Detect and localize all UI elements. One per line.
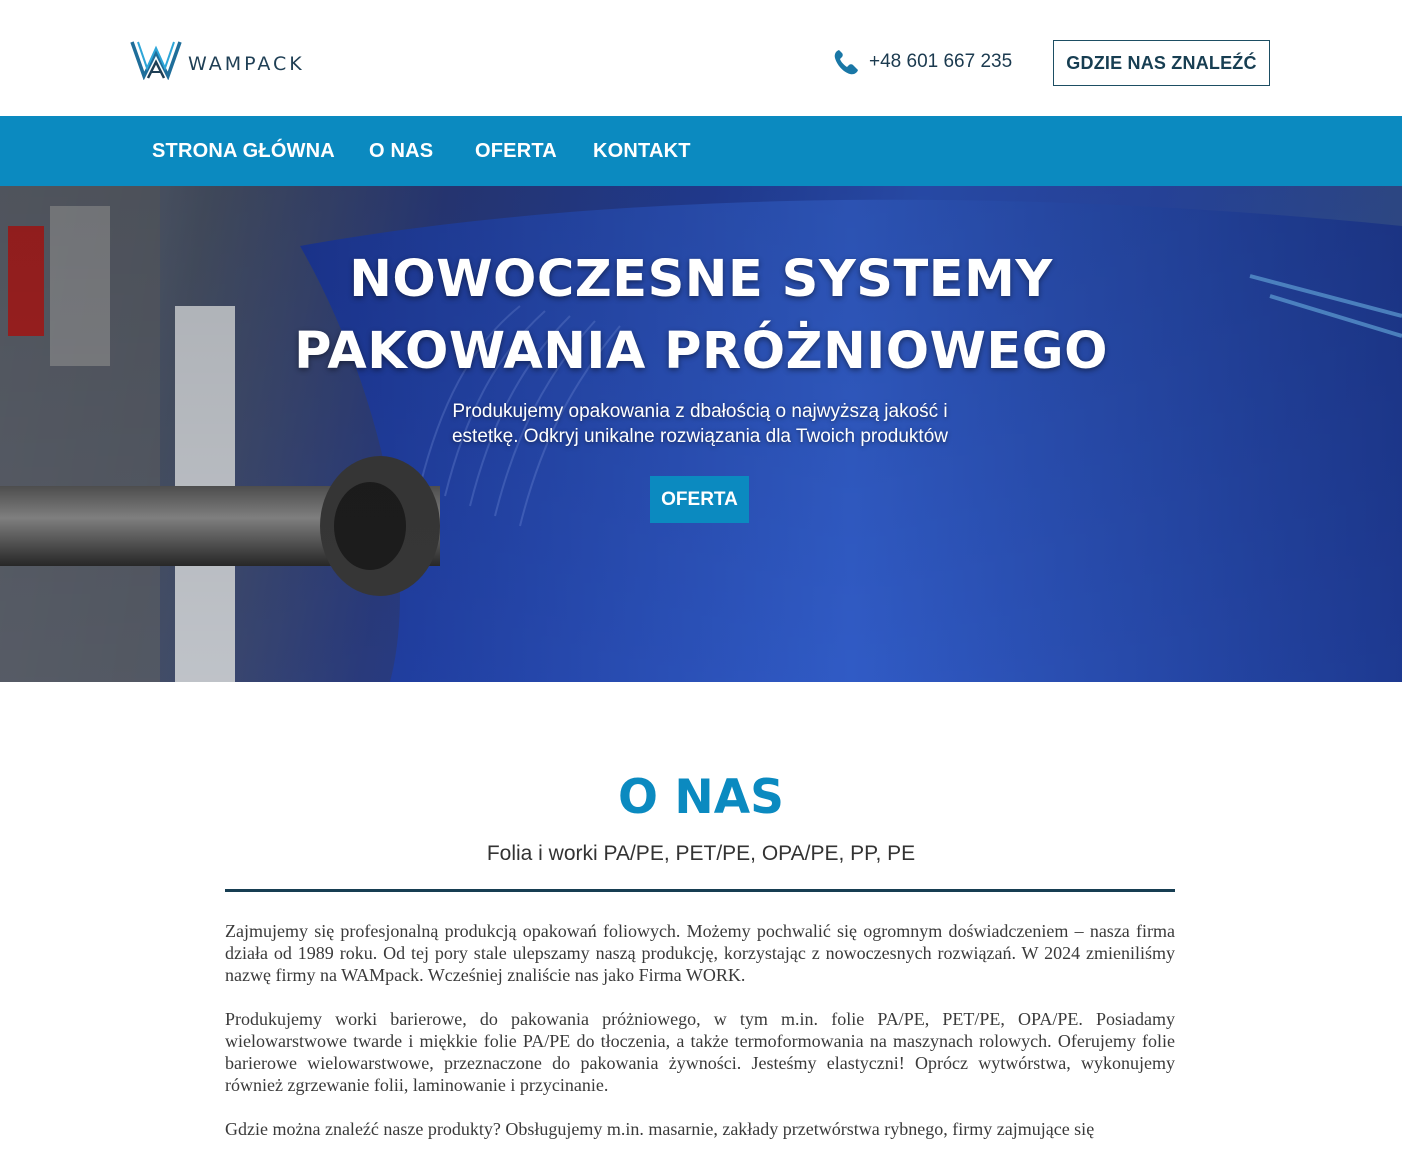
about-title: O NAS <box>618 770 784 825</box>
nav-item-about[interactable]: O NAS <box>369 116 433 186</box>
logo-text: WAMPACK <box>188 53 305 75</box>
about-subtitle: Folia i worki PA/PE, PET/PE, OPA/PE, PP,… <box>486 842 916 865</box>
about-paragraph: Gdzie można znaleźć nasze produkty? Obsł… <box>225 1119 1095 1139</box>
nav-item-contact[interactable]: KONTAKT <box>593 116 691 186</box>
nav-item-home[interactable]: STRONA GŁÓWNA <box>152 116 335 186</box>
about-section: O NAS Folia i worki PA/PE, PET/PE, OPA/P… <box>0 682 1402 1139</box>
about-paragraph: Zajmujemy się profesjonalną produkcją op… <box>225 921 1175 985</box>
about-paragraph: Produkujemy worki barierowe, do pakowani… <box>225 1009 1175 1095</box>
hero-title-line-1: NOWOCZESNE SYSTEMY <box>349 250 1053 309</box>
about-divider <box>225 889 1175 892</box>
about-text: Zajmujemy się profesjonalną produkcją op… <box>225 920 1175 1162</box>
hero-subtitle: Produkujemy opakowania z dbałością o naj… <box>451 401 948 447</box>
find-us-button[interactable]: GDZIE NAS ZNALEŹĆ <box>1053 40 1270 86</box>
logo[interactable]: WAMPACK <box>130 38 305 80</box>
hero-title: NOWOCZESNE SYSTEMY PAKOWANIA PRÓŻNIOWEGO <box>0 244 1402 388</box>
hero-offer-button[interactable]: OFERTA <box>650 476 749 523</box>
phone-number[interactable]: +48 601 667 235 <box>869 51 1012 73</box>
phone-icon <box>834 50 858 75</box>
site-header: WAMPACK +48 601 667 235 GDZIE NAS ZNALEŹ… <box>0 0 1402 116</box>
wampack-logo-icon <box>130 41 182 80</box>
nav-item-offer[interactable]: OFERTA <box>475 116 557 186</box>
phone-contact[interactable]: +48 601 667 235 <box>833 48 1012 76</box>
main-nav: STRONA GŁÓWNA O NAS OFERTA KONTAKT <box>0 116 1402 186</box>
hero-banner: NOWOCZESNE SYSTEMY PAKOWANIA PRÓŻNIOWEGO… <box>0 186 1402 682</box>
hero-title-line-2: PAKOWANIA PRÓŻNIOWEGO <box>294 322 1108 381</box>
